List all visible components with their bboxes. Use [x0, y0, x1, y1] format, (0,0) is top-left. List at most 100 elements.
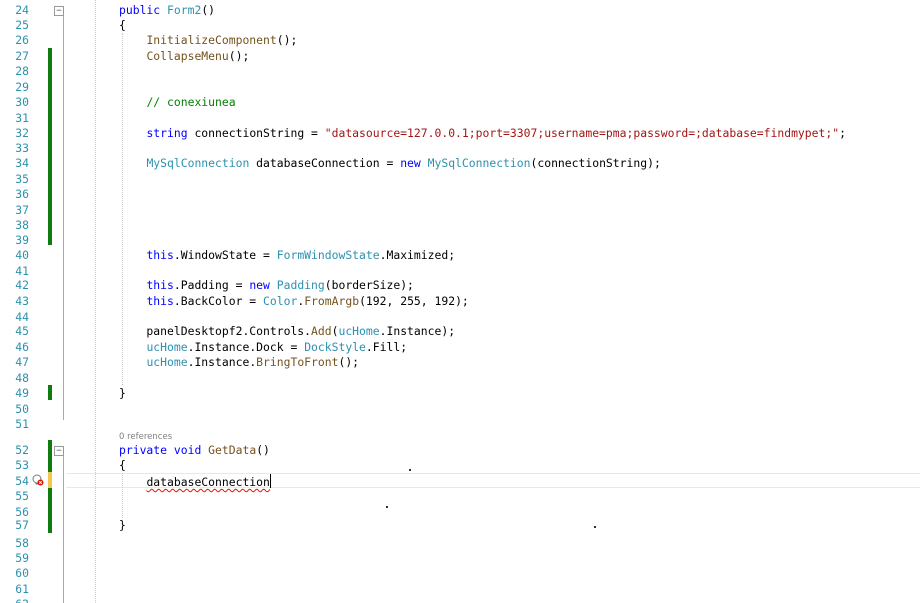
code-line[interactable]: 61 — [0, 582, 920, 597]
line-number: 24 — [15, 3, 29, 17]
code-line[interactable]: 49} — [0, 386, 920, 401]
code-text[interactable]: string connectionString = "datasource=12… — [119, 126, 846, 141]
code-line[interactable]: 51 — [0, 417, 920, 432]
line-number: 26 — [15, 33, 29, 47]
code-line[interactable]: 50 — [0, 402, 920, 417]
line-number: 38 — [15, 218, 29, 232]
code-text[interactable]: this.Padding = new Padding(borderSize); — [119, 278, 413, 293]
line-number: 54 — [15, 474, 29, 488]
code-line[interactable]: 33 — [0, 141, 920, 156]
code-line[interactable]: 40 this.WindowState = FormWindowState.Ma… — [0, 248, 920, 263]
line-number: 43 — [15, 294, 29, 308]
code-editor[interactable]: − − 24 public Form2() 25{26 InitializeCompo… — [0, 0, 920, 603]
code-token: DockStyle — [304, 340, 366, 354]
code-token: private — [119, 443, 174, 457]
code-line[interactable]: 31 — [0, 111, 920, 126]
code-text[interactable]: this.BackColor = Color.FromArgb(192, 255… — [119, 294, 469, 309]
code-line[interactable]: 36 — [0, 187, 920, 202]
line-number: 45 — [15, 324, 29, 338]
code-text[interactable]: ucHome.Instance.BringToFront(); — [119, 355, 359, 370]
code-line[interactable]: 42 this.Padding = new Padding(borderSize… — [0, 278, 920, 293]
code-token: .Instance. — [187, 355, 257, 369]
code-line[interactable]: 39 — [0, 233, 920, 248]
stray-dot — [386, 506, 388, 508]
code-text[interactable]: CollapseMenu(); — [119, 49, 249, 64]
code-text[interactable]: { — [119, 18, 126, 33]
code-line[interactable]: 32 string connectionString = "datasource… — [0, 126, 920, 141]
code-line[interactable]: 46 ucHome.Instance.Dock = DockStyle.Fill… — [0, 340, 920, 355]
code-token: } — [119, 518, 126, 532]
code-line[interactable]: 59 — [0, 551, 920, 566]
code-text[interactable]: } — [119, 518, 126, 533]
code-line[interactable]: 44 — [0, 310, 920, 325]
code-token: Form2 — [167, 3, 202, 17]
line-number: 47 — [15, 355, 29, 369]
line-number: 42 — [15, 278, 29, 292]
code-line[interactable]: 38 — [0, 218, 920, 233]
code-token: FormWindowState — [276, 248, 380, 262]
code-token: .BackColor = — [173, 294, 264, 308]
code-line[interactable]: 26 InitializeComponent(); — [0, 33, 920, 48]
code-text[interactable]: ucHome.Instance.Dock = DockStyle.Fill; — [119, 340, 407, 355]
code-line[interactable]: 43 this.BackColor = Color.FromArgb(192, … — [0, 294, 920, 309]
code-token: // conexiunea — [146, 95, 236, 109]
code-line[interactable]: 34 MySqlConnection databaseConnection = … — [0, 156, 920, 171]
stray-dot — [594, 526, 596, 528]
line-number: 25 — [15, 18, 29, 32]
code-line[interactable]: 55 — [0, 489, 920, 504]
code-line[interactable]: 25 { — [0, 18, 920, 33]
code-token: .Maximized; — [379, 248, 456, 262]
code-text[interactable]: private void GetData() — [119, 443, 270, 458]
code-line[interactable]: 60 — [0, 566, 920, 581]
code-token: (); — [228, 49, 250, 63]
code-token: .Instance.Dock = — [187, 340, 305, 354]
code-token: string — [146, 126, 188, 140]
code-line[interactable]: 35 — [0, 172, 920, 187]
code-text[interactable]: panelDesktopf2.Controls.Add(ucHome.Insta… — [119, 324, 455, 339]
code-line[interactable]: 58 — [0, 536, 920, 551]
line-number: 37 — [15, 203, 29, 217]
code-text[interactable]: MySqlConnection databaseConnection = new… — [119, 156, 660, 171]
code-line[interactable]: 57} — [0, 518, 920, 533]
line-number: 28 — [15, 64, 29, 78]
code-line[interactable]: 41 — [0, 264, 920, 279]
code-line[interactable]: 45 panelDesktopf2.Controls.Add(ucHome.In… — [0, 324, 920, 339]
code-token: this — [146, 278, 174, 292]
code-line[interactable]: 37 — [0, 203, 920, 218]
code-line[interactable]: 47 ucHome.Instance.BringToFront(); — [0, 355, 920, 370]
code-text[interactable]: // conexiunea — [119, 95, 236, 110]
code-text[interactable]: } — [119, 386, 126, 401]
code-token: () — [201, 3, 216, 17]
code-token: (192, 255, 192); — [359, 294, 469, 308]
line-number: 57 — [15, 518, 29, 532]
code-text[interactable]: { — [119, 458, 126, 473]
code-line[interactable]: 48 — [0, 371, 920, 386]
line-number: 31 — [15, 111, 29, 125]
code-line[interactable]: 54 databaseConnection — [0, 474, 920, 489]
codelens-references[interactable]: 0 references — [119, 431, 172, 443]
code-line[interactable]: 27 CollapseMenu(); — [0, 49, 920, 64]
code-text[interactable]: InitializeComponent(); — [119, 33, 297, 48]
code-text[interactable]: databaseConnection — [119, 474, 271, 490]
code-text[interactable]: this.WindowState = FormWindowState.Maxim… — [119, 248, 455, 263]
code-token: this — [146, 248, 174, 262]
code-text[interactable]: public Form2() — [119, 3, 215, 18]
code-line[interactable]: 53 { — [0, 458, 920, 473]
code-line[interactable]: 29 — [0, 80, 920, 95]
line-number: 34 — [15, 156, 29, 170]
code-token: void — [173, 443, 209, 457]
code-line[interactable]: 24 public Form2() — [0, 3, 920, 18]
lightbulb-error-icon[interactable] — [32, 474, 44, 486]
line-number: 59 — [15, 551, 29, 565]
code-line[interactable]: 62 — [0, 597, 920, 603]
code-token: panelDesktopf2.Controls. — [119, 324, 312, 338]
code-line[interactable]: 52 private void GetData() — [0, 443, 920, 458]
code-line[interactable]: 30 // conexiunea — [0, 95, 920, 110]
code-line[interactable]: 28 — [0, 64, 920, 79]
